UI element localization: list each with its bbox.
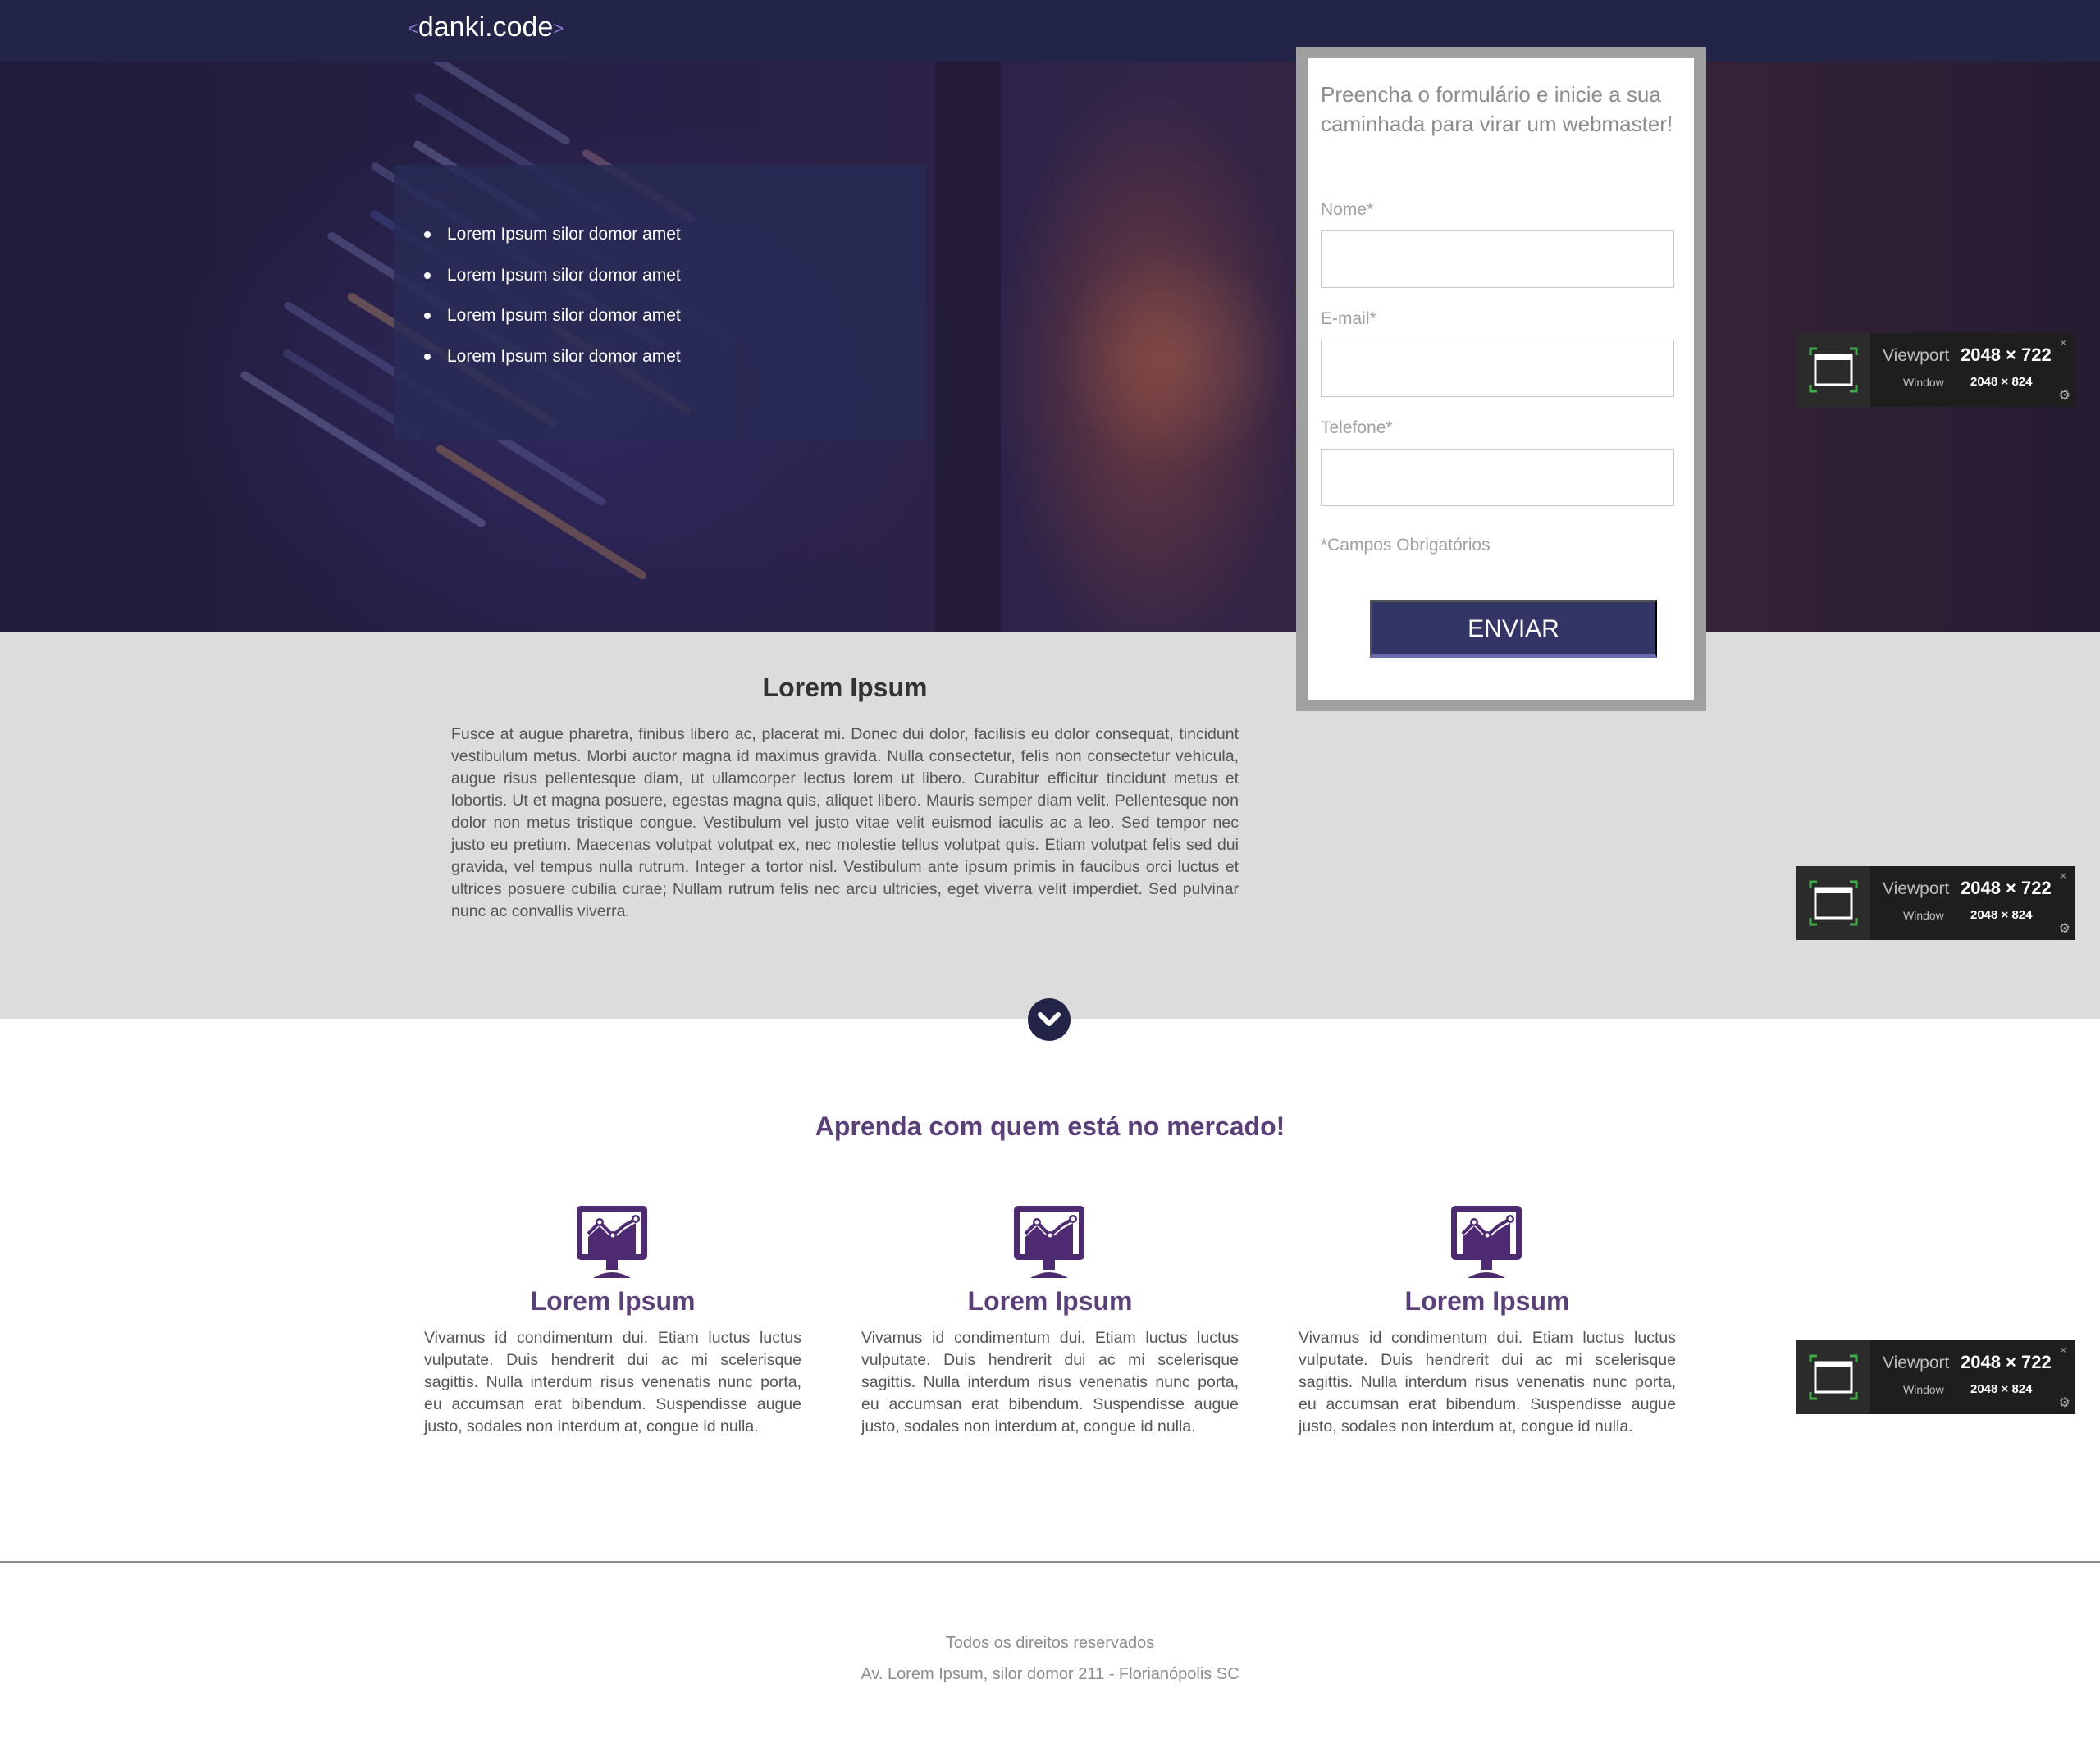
required-fields-note: *Campos Obrigatórios <box>1321 536 1491 555</box>
window-label: Window <box>1903 1383 1944 1396</box>
hero-list-item: Lorem Ipsum silor domor amet <box>424 295 874 336</box>
hero-overlay <box>0 62 2100 632</box>
logo-left-bracket: < <box>408 18 418 39</box>
signup-form: Preencha o formulário e inicie a sua cam… <box>1308 58 1694 700</box>
footer-divider <box>0 1561 2100 1563</box>
form-intro-text: Preencha o formulário e inicie a sua cam… <box>1321 82 1673 136</box>
viewport-size-widget[interactable]: Viewport 2048 × 722 Window 2048 × 824 × … <box>1796 866 2075 940</box>
hero-list-item: Lorem Ipsum silor domor amet <box>424 336 874 377</box>
gear-icon[interactable]: ⚙ <box>2059 1394 2070 1411</box>
viewport-size-widget[interactable]: Viewport 2048 × 722 Window 2048 × 824 × … <box>1796 333 2075 407</box>
viewport-value: 2048 × 722 <box>1961 1352 2052 1372</box>
viewport-value: 2048 × 722 <box>1961 345 2052 365</box>
feature-title: Lorem Ipsum <box>1404 1286 1570 1316</box>
viewport-label: Viewport <box>1883 1353 1950 1372</box>
monitor-chart-icon <box>577 1206 647 1278</box>
window-label: Window <box>1903 376 1944 389</box>
gear-icon[interactable]: ⚙ <box>2059 920 2070 937</box>
about-paragraph: Fusce at augue pharetra, finibus libero … <box>451 725 1239 920</box>
gear-icon[interactable]: ⚙ <box>2059 387 2070 404</box>
close-icon[interactable]: × <box>2060 336 2067 351</box>
hero-bullet-list: Lorem Ipsum silor domor amet Lorem Ipsum… <box>424 214 874 377</box>
browser-window-icon <box>1809 347 1858 393</box>
viewport-icon-box <box>1796 866 1870 940</box>
window-label: Window <box>1903 909 1944 922</box>
logo-text: danki.code <box>418 11 554 43</box>
about-section: Lorem Ipsum Fusce at augue pharetra, fin… <box>0 632 2100 1019</box>
scroll-down-button[interactable] <box>1028 998 1071 1041</box>
footer-rights: Todos os direitos reservados <box>945 1634 1155 1652</box>
close-icon[interactable]: × <box>2060 869 2067 884</box>
monitor-chart-icon <box>1014 1206 1084 1278</box>
logo-right-bracket: > <box>553 18 564 39</box>
about-title: Lorem Ipsum <box>762 673 928 702</box>
email-field[interactable] <box>1321 340 1674 397</box>
feature-text: Vivamus id condimentum dui. Etiam luctus… <box>424 1329 801 1435</box>
logo[interactable]: <danki.code> <box>408 11 564 43</box>
viewport-icon-box <box>1796 1340 1870 1414</box>
browser-window-icon <box>1809 880 1858 926</box>
feature-text: Vivamus id condimentum dui. Etiam luctus… <box>1299 1329 1676 1435</box>
feature-text: Vivamus id condimentum dui. Etiam luctus… <box>861 1329 1239 1435</box>
name-label: Nome* <box>1321 200 1374 219</box>
features-title: Aprenda com quem está no mercado! <box>815 1111 1285 1141</box>
browser-window-icon <box>1809 1354 1858 1400</box>
name-field[interactable] <box>1321 230 1674 288</box>
feature-title: Lorem Ipsum <box>967 1286 1133 1316</box>
phone-field[interactable] <box>1321 449 1674 506</box>
close-icon[interactable]: × <box>2060 1344 2067 1358</box>
submit-button[interactable]: ENVIAR <box>1370 600 1657 658</box>
signup-form-frame: Preencha o formulário e inicie a sua cam… <box>1296 47 1706 711</box>
hero-list-item: Lorem Ipsum silor domor amet <box>424 255 874 296</box>
chevron-down-icon <box>1038 1012 1061 1026</box>
window-value: 2048 × 824 <box>1970 375 2033 389</box>
viewport-size-widget[interactable]: Viewport 2048 × 722 Window 2048 × 824 × … <box>1796 1340 2075 1414</box>
hero-list-item: Lorem Ipsum silor domor amet <box>424 214 874 255</box>
phone-label: Telefone* <box>1321 418 1393 437</box>
top-navbar: <danki.code> <box>0 0 2100 62</box>
viewport-label: Viewport <box>1883 346 1950 365</box>
viewport-label: Viewport <box>1883 879 1950 898</box>
window-value: 2048 × 824 <box>1970 1382 2033 1396</box>
email-label: E-mail* <box>1321 309 1376 328</box>
viewport-icon-box <box>1796 333 1870 407</box>
footer-address: Av. Lorem Ipsum, silor domor 211 - Flori… <box>861 1665 1239 1683</box>
hero-banner: Lorem Ipsum silor domor amet Lorem Ipsum… <box>0 62 2100 632</box>
window-value: 2048 × 824 <box>1970 908 2033 922</box>
feature-title: Lorem Ipsum <box>530 1286 696 1316</box>
monitor-chart-icon <box>1451 1206 1522 1278</box>
viewport-value: 2048 × 722 <box>1961 878 2052 898</box>
